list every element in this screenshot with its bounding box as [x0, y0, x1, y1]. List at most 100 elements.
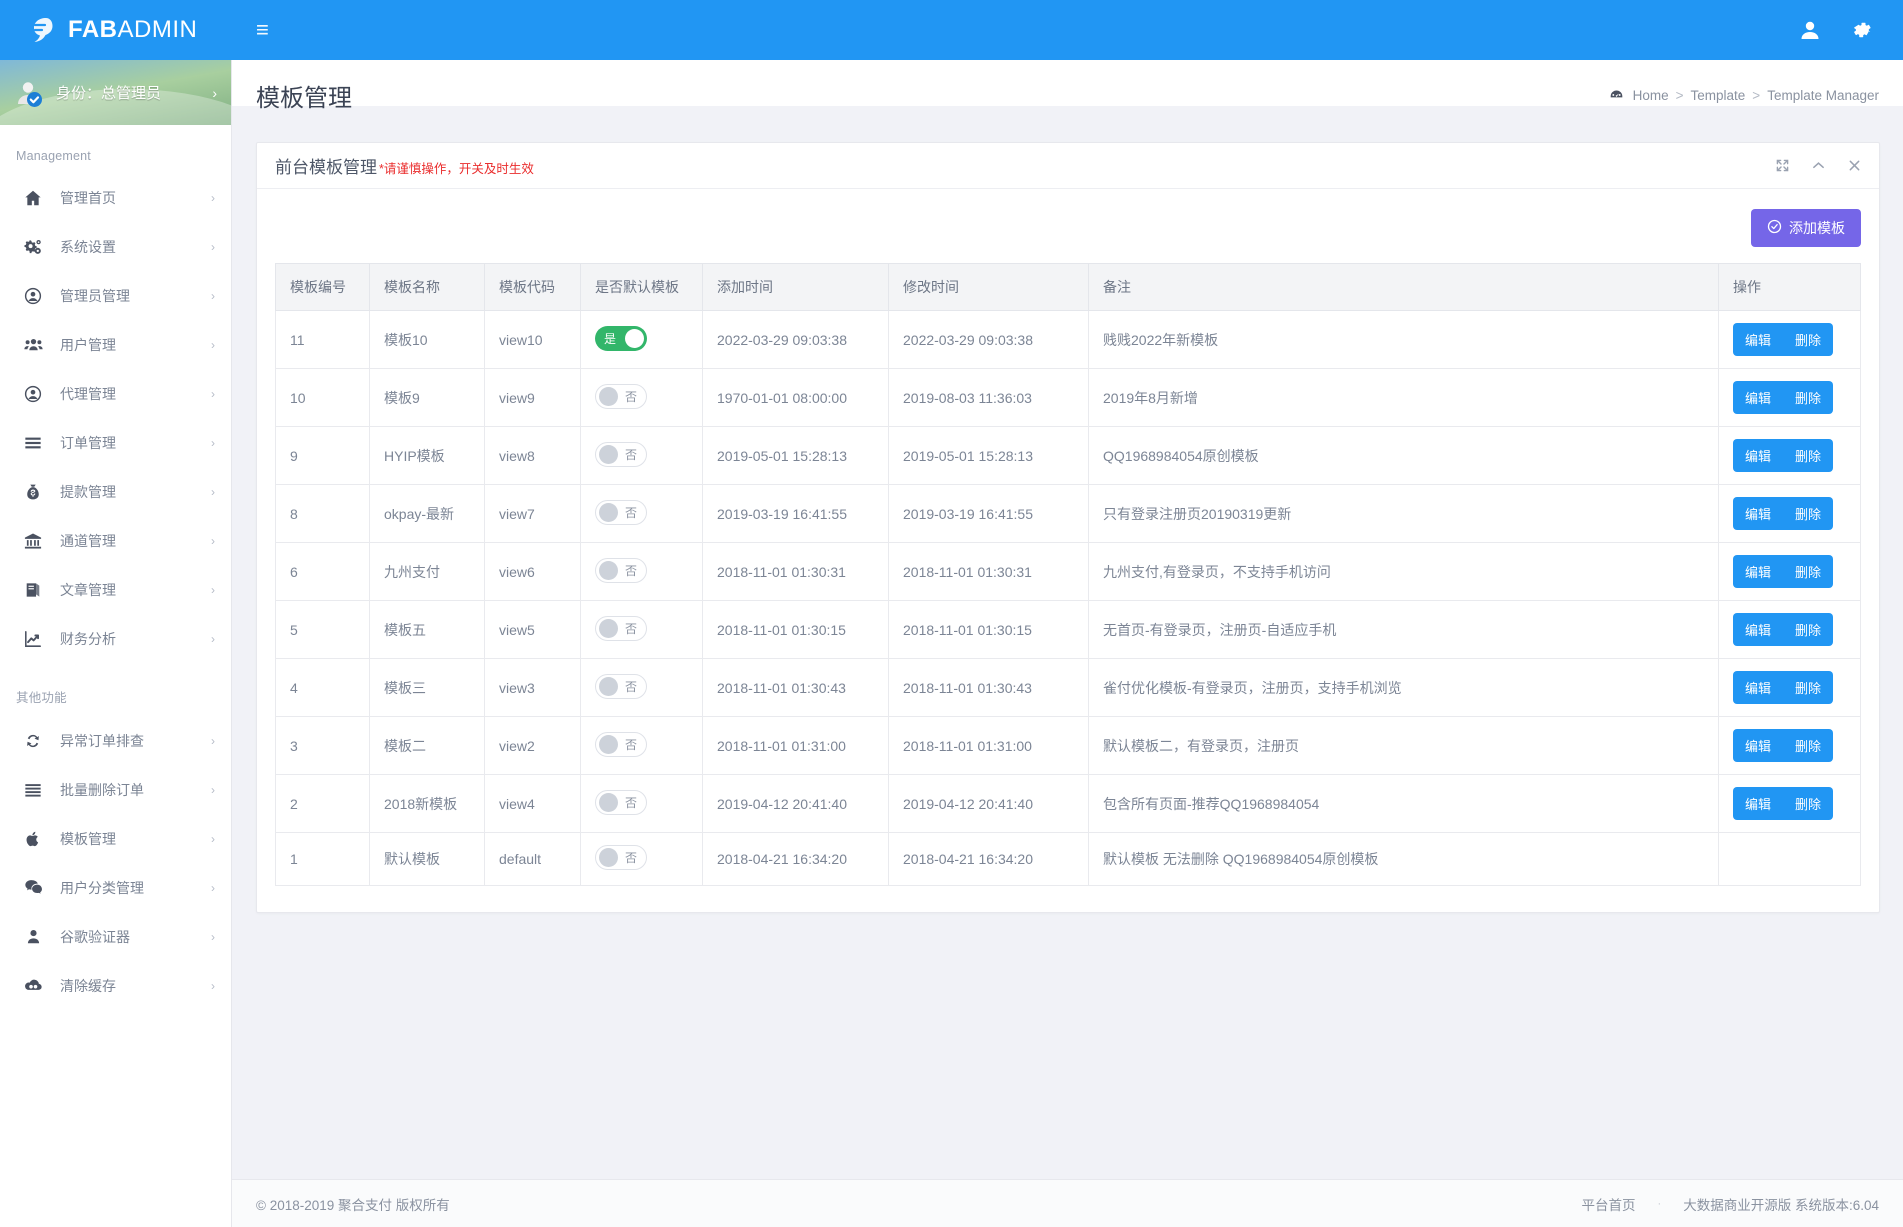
row-action-group: 编辑 删除	[1733, 381, 1834, 414]
row-action-group: 编辑 删除	[1733, 439, 1834, 472]
sidebar-item-finance-analysis[interactable]: 财务分析 ›	[0, 614, 231, 663]
breadcrumb-item-home[interactable]: Home	[1633, 88, 1669, 103]
delete-button[interactable]: 删除	[1783, 729, 1834, 762]
sidebar-label: 谷歌验证器	[60, 928, 130, 945]
table-body: 11 模板10 view10 是 2022-03-29 09:03:38 2022-03-…	[275, 310, 1861, 886]
edit-button[interactable]: 编辑	[1733, 787, 1784, 820]
sidebar-item-batch-delete-orders[interactable]: 批量删除订单 ›	[0, 765, 231, 814]
chevron-right-icon: ›	[211, 582, 215, 597]
row-action-group: 编辑 删除	[1733, 555, 1834, 588]
toggle-knob	[599, 792, 618, 812]
edit-button[interactable]: 编辑	[1733, 671, 1784, 704]
footer-platform-link[interactable]: 平台首页	[1582, 1194, 1636, 1214]
default-template-toggle[interactable]: 否	[595, 615, 647, 641]
cell-code: view8	[484, 426, 581, 485]
sidebar-item-user-management[interactable]: 用户管理 ›	[0, 320, 231, 369]
sidebar-item-clear-cache[interactable]: 清除缓存 ›	[0, 961, 231, 1010]
delete-button[interactable]: 删除	[1783, 439, 1834, 472]
default-template-toggle[interactable]: 是	[595, 325, 647, 351]
add-template-label: 添加模板	[1789, 220, 1845, 236]
breadcrumb-item-template[interactable]: Template	[1691, 88, 1746, 103]
default-template-toggle[interactable]: 否	[595, 383, 647, 409]
edit-button[interactable]: 编辑	[1733, 439, 1784, 472]
cell-default-toggle: 否	[580, 832, 703, 886]
sidebar-item-withdraw-management[interactable]: 提款管理 ›	[0, 467, 231, 516]
sidebar-item-system-settings[interactable]: 系统设置 ›	[0, 222, 231, 271]
toggle-label: 否	[624, 679, 637, 694]
sidebar-item-order-management[interactable]: 订单管理 ›	[0, 418, 231, 467]
cell-actions: 编辑 删除	[1718, 716, 1861, 775]
sidebar-item-template-management[interactable]: 模板管理 ›	[0, 814, 231, 863]
users-icon	[22, 335, 44, 355]
col-header-name: 模板名称	[369, 263, 485, 311]
close-icon[interactable]	[1847, 159, 1861, 173]
add-template-button[interactable]: 添加模板	[1751, 209, 1861, 247]
edit-button[interactable]: 编辑	[1733, 555, 1784, 588]
toggle-label: 否	[624, 505, 637, 520]
breadcrumb: Home > Template > Template Manager	[1609, 88, 1879, 103]
default-template-toggle[interactable]: 否	[595, 499, 647, 525]
delete-button[interactable]: 删除	[1783, 497, 1834, 530]
chevron-right-icon: ›	[211, 435, 215, 450]
sidebar-item-article-management[interactable]: 文章管理 ›	[0, 565, 231, 614]
default-template-toggle[interactable]: 否	[595, 673, 647, 699]
brand-logo-area[interactable]: FABADMIN	[0, 0, 232, 60]
card-body: 添加模板 模板编号 模板名称 模板代码 是否默认模板 添加时间 修改时间 备注 …	[257, 189, 1879, 912]
delete-button[interactable]: 删除	[1783, 555, 1834, 588]
cell-id: 2	[275, 774, 370, 833]
chevron-right-icon: ›	[211, 929, 215, 944]
col-header-modified: 修改时间	[888, 263, 1089, 311]
sidebar-item-agent-management[interactable]: 代理管理 ›	[0, 369, 231, 418]
delete-button[interactable]: 删除	[1783, 613, 1834, 646]
expand-icon[interactable]	[1775, 159, 1789, 173]
menu-heading-other: 其他功能	[16, 691, 67, 705]
sidebar-toggle-button[interactable]: ≡	[256, 19, 269, 41]
delete-button[interactable]: 删除	[1783, 323, 1834, 356]
user-circle-icon	[22, 286, 44, 306]
cell-id: 6	[275, 542, 370, 601]
edit-button[interactable]: 编辑	[1733, 497, 1784, 530]
default-template-toggle[interactable]: 否	[595, 441, 647, 467]
sidebar-item-google-authenticator[interactable]: 谷歌验证器 ›	[0, 912, 231, 961]
edit-button[interactable]: 编辑	[1733, 613, 1784, 646]
cell-code: view9	[484, 368, 581, 427]
sidebar-item-admin-management[interactable]: 管理员管理 ›	[0, 271, 231, 320]
table-row: 5 模板五 view5 否 2018-11-01 01:30:15 2018-11-01 …	[275, 600, 1861, 659]
default-template-toggle[interactable]: 否	[595, 845, 647, 870]
delete-button[interactable]: 删除	[1783, 787, 1834, 820]
delete-button[interactable]: 删除	[1783, 671, 1834, 704]
footer: © 2018-2019 聚合支付 版权所有 平台首页 · 大数据商业开源版 系统…	[232, 1179, 1903, 1227]
profile-name: 身份：总管理员	[56, 85, 162, 102]
col-header-added: 添加时间	[702, 263, 889, 311]
chevron-right-icon: ›	[211, 533, 215, 548]
user-icon[interactable]	[1799, 19, 1821, 41]
edit-button[interactable]: 编辑	[1733, 323, 1784, 356]
gear-icon[interactable]	[1851, 19, 1873, 41]
collapse-icon[interactable]	[1811, 159, 1825, 173]
content-area: 模板管理 Home > Template > Template Manager …	[232, 60, 1903, 1227]
sidebar-item-channel-management[interactable]: 通道管理 ›	[0, 516, 231, 565]
edit-button[interactable]: 编辑	[1733, 729, 1784, 762]
default-template-toggle[interactable]: 否	[595, 731, 647, 757]
edit-button[interactable]: 编辑	[1733, 381, 1784, 414]
col-header-id: 模板编号	[275, 263, 370, 311]
topbar-actions	[1799, 19, 1903, 41]
sidebar-label: 提款管理	[60, 483, 116, 500]
profile-block[interactable]: 身份：总管理员 ›	[0, 60, 231, 125]
default-template-toggle[interactable]: 否	[595, 557, 647, 583]
cell-name: 默认模板	[369, 832, 485, 886]
sidebar-item-dashboard[interactable]: 管理首页 ›	[0, 173, 231, 222]
chevron-right-icon: ›	[211, 782, 215, 797]
delete-button[interactable]: 删除	[1783, 381, 1834, 414]
table-row: 10 模板9 view9 否 1970-01-01 08:00:00 2019-08-03…	[275, 368, 1861, 427]
default-template-toggle[interactable]: 否	[595, 789, 647, 815]
toggle-knob	[625, 328, 644, 348]
cell-id: 4	[275, 658, 370, 717]
user-solid-icon	[22, 927, 44, 947]
cell-default-toggle: 否	[580, 484, 703, 543]
sidebar-item-abnormal-order-check[interactable]: 异常订单排查 ›	[0, 716, 231, 765]
cell-default-toggle: 否	[580, 426, 703, 485]
footer-copyright: © 2018-2019 聚合支付 版权所有	[256, 1197, 450, 1213]
dashboard-icon	[1609, 88, 1624, 103]
sidebar-item-user-category-management[interactable]: 用户分类管理 ›	[0, 863, 231, 912]
